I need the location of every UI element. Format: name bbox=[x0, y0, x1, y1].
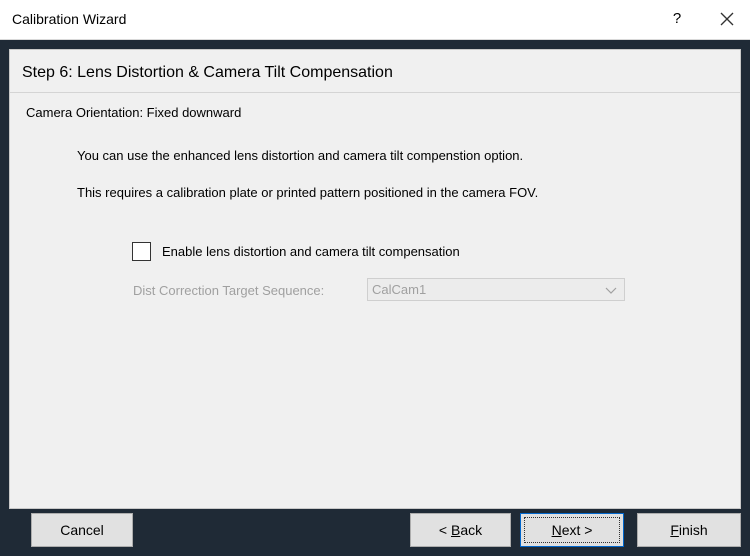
back-rest: ack bbox=[460, 522, 483, 538]
enable-compensation-checkbox[interactable] bbox=[132, 242, 151, 261]
target-sequence-label: Dist Correction Target Sequence: bbox=[133, 283, 325, 298]
back-prefix: < bbox=[438, 522, 451, 538]
cancel-button[interactable]: Cancel bbox=[31, 513, 133, 547]
close-button[interactable] bbox=[712, 6, 742, 32]
target-sequence-select[interactable]: CalCam1 bbox=[367, 278, 625, 301]
back-button[interactable]: < Back bbox=[410, 513, 511, 547]
description-line-2: This requires a calibration plate or pri… bbox=[77, 185, 539, 200]
wizard-page: Step 6: Lens Distortion & Camera Tilt Co… bbox=[9, 49, 741, 509]
chevron-down-icon bbox=[605, 287, 617, 294]
description-line-1: You can use the enhanced lens distortion… bbox=[77, 148, 524, 163]
enable-compensation-label[interactable]: Enable lens distortion and camera tilt c… bbox=[162, 244, 460, 259]
help-button[interactable]: ? bbox=[664, 6, 690, 32]
close-icon bbox=[720, 12, 734, 26]
header-divider bbox=[10, 92, 740, 93]
next-mnemonic: N bbox=[551, 522, 562, 538]
target-sequence-value: CalCam1 bbox=[372, 282, 427, 297]
finish-mnemonic: F bbox=[670, 522, 679, 538]
next-focus-rect: Next > bbox=[524, 517, 620, 543]
calibration-wizard-window: Calibration Wizard ? Step 6: Lens Distor… bbox=[0, 0, 750, 556]
next-button[interactable]: Next > bbox=[520, 513, 624, 547]
step-title: Step 6: Lens Distortion & Camera Tilt Co… bbox=[22, 64, 393, 81]
finish-rest: inish bbox=[678, 522, 708, 538]
next-rest: ext > bbox=[561, 522, 593, 538]
back-mnemonic: B bbox=[450, 522, 461, 538]
finish-button[interactable]: Finish bbox=[637, 513, 741, 547]
window-title: Calibration Wizard bbox=[12, 11, 127, 27]
title-bar: Calibration Wizard ? bbox=[0, 0, 750, 40]
camera-orientation-label: Camera Orientation: Fixed downward bbox=[26, 105, 242, 120]
